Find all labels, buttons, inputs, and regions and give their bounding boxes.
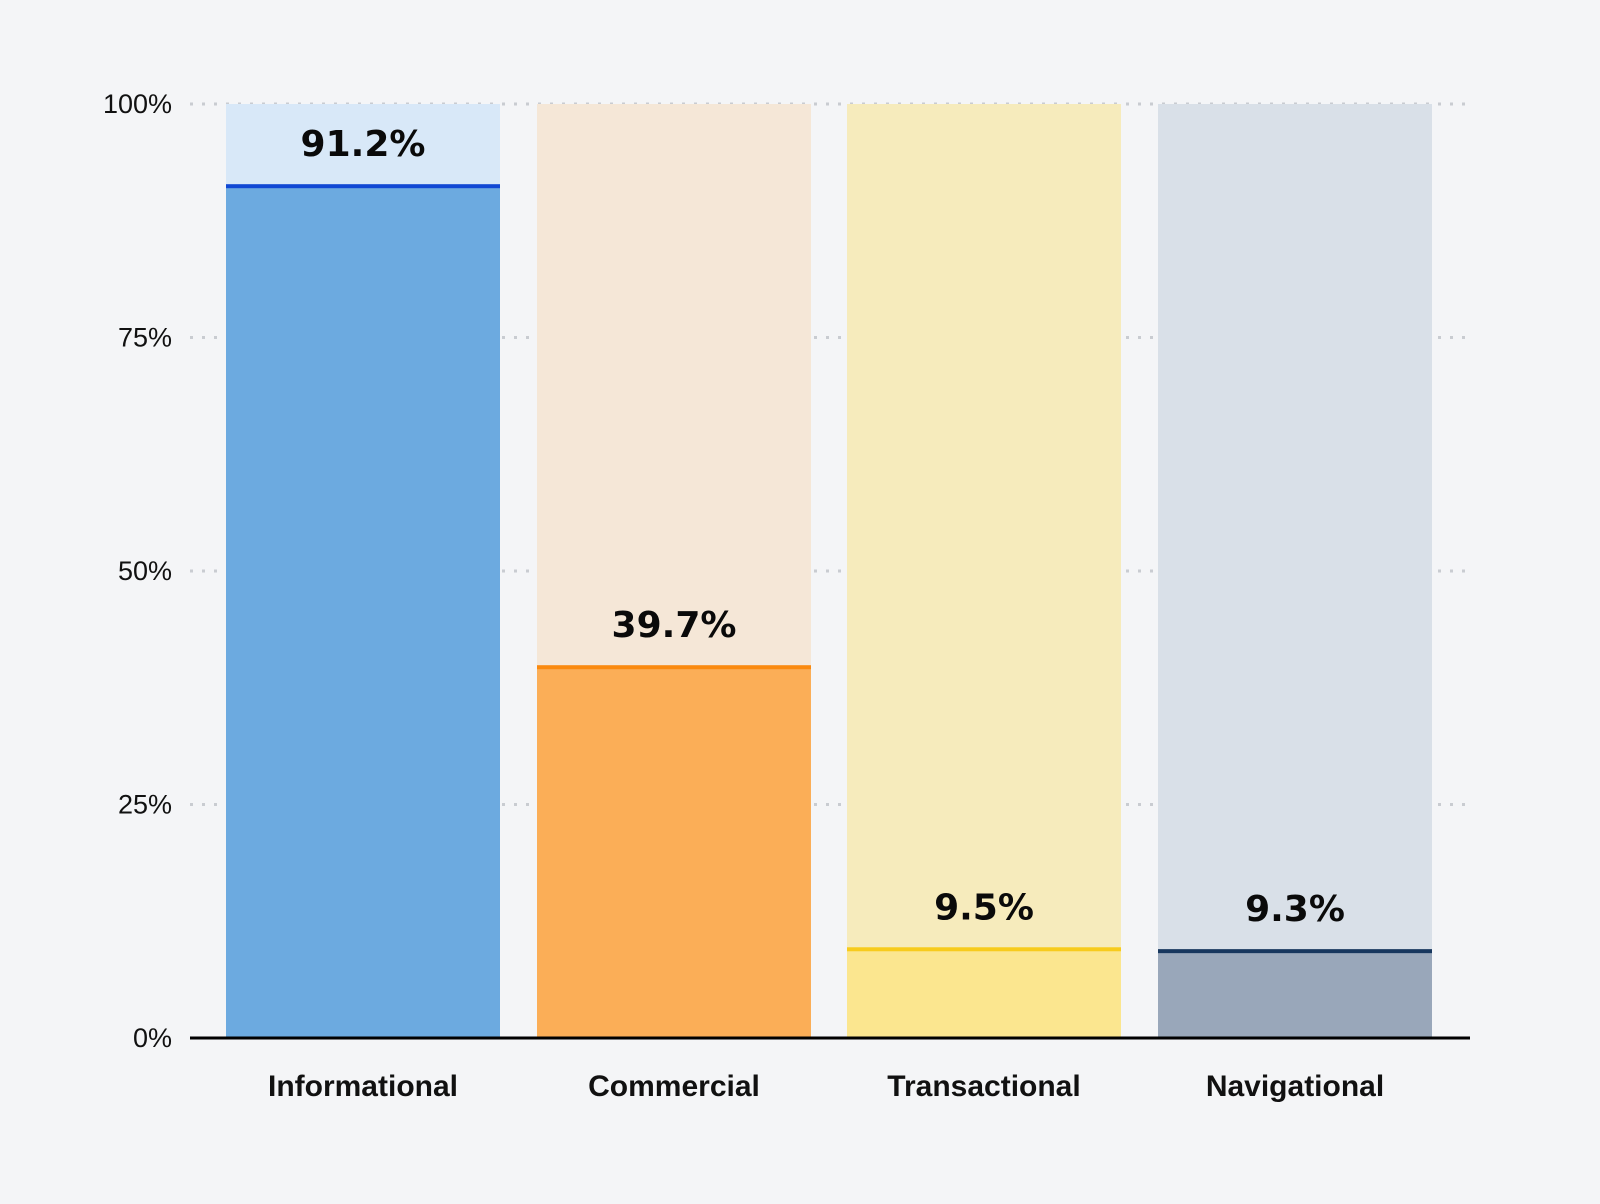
y-tick-label: 25% — [118, 790, 172, 820]
data-label: 9.3% — [1245, 889, 1345, 930]
bar — [226, 186, 500, 1038]
x-axis-labels: Informational Commercial Transactional Navi… — [268, 1070, 1384, 1103]
x-tick-label: Navigational — [1206, 1070, 1384, 1103]
y-tick-label: 100% — [103, 89, 172, 119]
y-tick-label: 50% — [118, 556, 172, 586]
bar-top-line — [1158, 949, 1432, 954]
bar-top-line — [847, 947, 1121, 952]
bar-top-line — [226, 184, 500, 189]
x-tick-label: Informational — [268, 1070, 458, 1103]
bar-top-line — [537, 665, 811, 670]
x-tick-label: Transactional — [887, 1070, 1080, 1103]
x-tick-label: Commercial — [588, 1070, 760, 1103]
bar — [1158, 951, 1432, 1038]
data-label: 39.7% — [612, 605, 737, 646]
bar-chart: 0% 25% 50% 75% 100% Informational Commercial T… — [103, 89, 1470, 1103]
bar — [537, 667, 811, 1038]
y-tick-label: 75% — [118, 323, 172, 353]
y-tick-label: 0% — [133, 1023, 172, 1053]
bar — [847, 949, 1121, 1038]
data-label: 9.5% — [934, 887, 1034, 928]
data-label: 91.2% — [301, 124, 426, 165]
y-axis-ticks: 0% 25% 50% 75% 100% — [103, 89, 172, 1053]
